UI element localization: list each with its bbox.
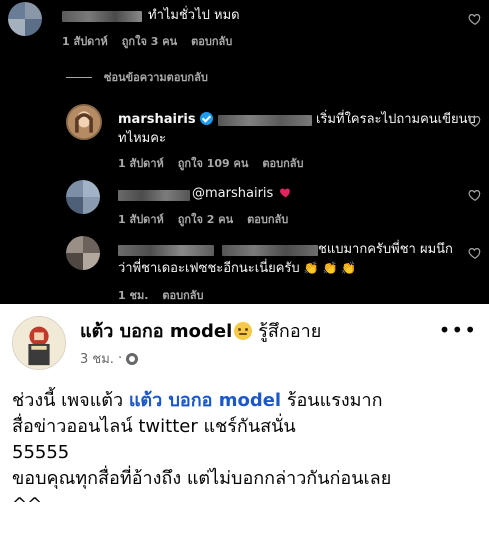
reply-button[interactable]: ตอบกลับ	[191, 32, 232, 50]
post-line-3: 55555	[12, 442, 70, 463]
blurred-avatar-icon	[66, 180, 100, 214]
comment-time: 1 สัปดาห์	[118, 157, 164, 170]
blurred-username	[62, 11, 142, 22]
blurred-avatar-icon	[66, 236, 100, 270]
heart-outline-icon[interactable]	[468, 188, 482, 202]
post-header: แต้ว บอกอ model รู้สึกอาย	[80, 316, 321, 345]
hide-replies-toggle[interactable]: ซ่อนข้อความตอบกลับ	[66, 68, 208, 86]
post-meta: 3 ชม. ·	[80, 348, 139, 369]
comment-likes[interactable]: ถูกใจ 109 คน	[178, 154, 249, 172]
post-time[interactable]: 3 ชม.	[80, 348, 114, 369]
comment-avatar[interactable]	[66, 180, 100, 214]
blurred-username	[118, 190, 190, 201]
comment-meta: 1 สัปดาห์ ถูกใจ 3 คน ตอบกลับ	[62, 32, 232, 50]
page-mention-link[interactable]: แต้ว บอกอ model	[129, 390, 281, 411]
heart-outline-icon[interactable]	[468, 12, 482, 26]
post-line-5: ^^	[12, 494, 43, 515]
clap-emojis: 👏 👏 👏	[303, 261, 357, 275]
comment-text-2: ว่าพี่ชาเดอะเฟซชะอีกนะเนี่ยครับ 👏 👏 👏	[118, 259, 356, 278]
comment-likes[interactable]: ถูกใจ 3 คน	[122, 32, 177, 50]
mention-text: @marshairis	[192, 184, 292, 203]
divider-line	[66, 76, 92, 78]
comment-meta: 1 สัปดาห์ ถูกใจ 109 คน ตอบกลับ	[118, 154, 304, 172]
comment-text-line2: ว่าพี่ชาเดอะเฟซชะอีกนะเนี่ยครับ	[118, 261, 300, 276]
marshairis-avatar[interactable]	[66, 104, 102, 140]
separator: ·	[117, 351, 123, 366]
reply-button[interactable]: ตอบกลับ	[262, 154, 303, 172]
blurred-avatar-icon	[8, 2, 42, 36]
marshairis-comment-text: เริ่มที่ใครละไปถามคนเขียนบ	[316, 112, 476, 127]
blurred-mention	[218, 115, 312, 126]
post-line-4: ขอบคุณทุกสื่อที่อ้างถึง แต่ไม่บอกกล่าวกั…	[12, 468, 392, 489]
reply-button[interactable]: ตอบกลับ	[247, 210, 288, 228]
facebook-post: แต้ว บอกอ model รู้สึกอาย 3 ชม. · ••• ช่…	[0, 304, 489, 552]
comment-avatar[interactable]	[8, 2, 42, 36]
mention-link[interactable]: @marshairis	[192, 186, 273, 201]
profile-photo-icon	[68, 106, 100, 138]
post-text: ร้อนแรงมาก	[281, 390, 383, 411]
post-line-1: ช่วงนี้ เพจแต้ว แต้ว บอกอ model ร้อนแรงม…	[12, 388, 482, 414]
heart-outline-icon[interactable]	[468, 114, 482, 128]
comment-time: 1 สัปดาห์	[62, 35, 108, 48]
marshairis-username[interactable]: marshairis	[118, 112, 196, 127]
globe-icon	[126, 352, 139, 365]
more-options-icon[interactable]: •••	[439, 318, 477, 342]
comment-avatar[interactable]	[66, 236, 100, 270]
comment-likes[interactable]: ถูกใจ 2 คน	[178, 210, 233, 228]
comment-meta: 1 สัปดาห์ ถูกใจ 2 คน ตอบกลับ	[118, 210, 288, 228]
blurred-text	[222, 245, 318, 256]
instagram-comments-panel: ทำไมชั่วไป หมด 1 สัปดาห์ ถูกใจ 3 คน ตอบก…	[0, 0, 489, 304]
hide-replies-label: ซ่อนข้อความตอบกลับ	[104, 71, 208, 84]
post-line-2: สื่อข่าวออนไลน์ twitter แชร์กันสนั่น	[12, 416, 296, 437]
comment-text: ทำไมชั่วไป หมด	[148, 8, 240, 23]
post-text: ช่วงนี้ เพจแต้ว	[12, 390, 129, 411]
author-name[interactable]: แต้ว บอกอ model	[80, 316, 232, 345]
comment-time: 1 ชม.	[118, 289, 149, 302]
marshairis-comment-line1: marshairis	[118, 110, 217, 129]
verified-badge-icon	[199, 112, 213, 125]
blurred-username	[118, 245, 214, 256]
heart-outline-icon[interactable]	[468, 246, 482, 260]
author-avatar[interactable]	[12, 316, 66, 370]
embarrassed-emoji-icon	[234, 321, 253, 340]
post-body: ช่วงนี้ เพจแต้ว แต้ว บอกอ model ร้อนแรงม…	[12, 388, 482, 518]
comment-meta: 1 ชม. ตอบกลับ	[118, 286, 204, 304]
red-heart-icon	[280, 188, 291, 198]
marshairis-comment-text-2: ทไหมคะ	[118, 131, 166, 146]
comment-time: 1 สัปดาห์	[118, 213, 164, 226]
feeling-label: รู้สึกอาย	[258, 321, 322, 342]
reply-button[interactable]: ตอบกลับ	[162, 286, 203, 304]
profile-photo-icon	[13, 317, 65, 369]
comment-text: ชแบมากครับพี่ชา ผมนึก	[318, 242, 453, 257]
